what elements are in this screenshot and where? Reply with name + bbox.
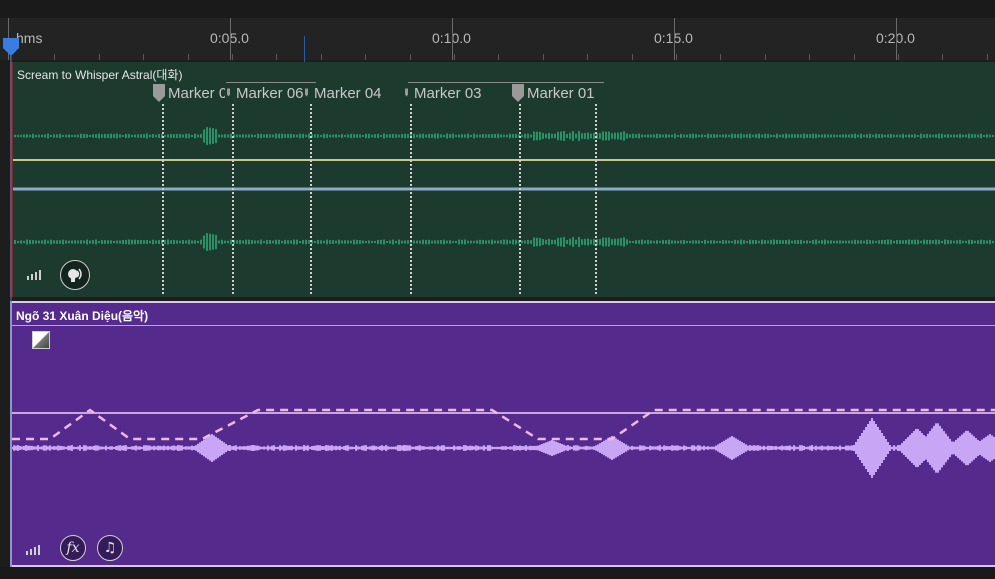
ruler-minor-tick <box>898 54 899 60</box>
ruler-minor-tick <box>676 54 677 60</box>
ruler-unit-label: hms <box>16 30 43 46</box>
ruler-minor-tick <box>99 54 100 60</box>
ruler-minor-tick <box>543 54 544 60</box>
signal-bars-icon[interactable] <box>27 268 43 280</box>
marker-06[interactable]: Marker 06 <box>227 82 307 104</box>
ruler-minor-tick <box>54 54 55 60</box>
music-volume-envelope[interactable] <box>12 408 995 441</box>
ruler-minor-tick <box>498 54 499 60</box>
ruler-minor-tick <box>365 54 366 60</box>
fx-label: fx <box>66 540 80 556</box>
ruler-major-tick <box>674 18 675 60</box>
marker-03[interactable]: Marker 03 <box>405 82 505 104</box>
ruler-minor-tick <box>454 54 455 60</box>
speech-glyph <box>68 268 82 282</box>
marker-05[interactable]: Marker 05 <box>153 82 225 104</box>
ruler-minor-tick <box>410 54 411 60</box>
ruler-major-tick <box>230 18 231 60</box>
multitrack-editor: hms 0:05.0 0:10.0 0:15.0 0:20.0 Scream t… <box>0 0 995 579</box>
marker-label: Marker 03 <box>414 84 482 102</box>
marker-03-line <box>410 104 412 294</box>
ruler-major-tick <box>896 18 897 60</box>
marker-04-line <box>310 104 312 294</box>
playhead-icon[interactable] <box>3 38 19 56</box>
marker-01[interactable]: Marker 01 <box>512 82 612 104</box>
music-waveform <box>12 408 995 478</box>
ruler-major-tick <box>452 18 453 60</box>
ruler-minor-tick <box>143 54 144 60</box>
bottom-border <box>0 567 995 579</box>
music-note-icon[interactable]: ♫ <box>97 535 123 561</box>
marker-06-line <box>232 104 234 294</box>
ruler-minor-tick <box>276 54 277 60</box>
ruler-minor-tick <box>632 54 633 60</box>
music-note-glyph: ♫ <box>103 540 117 556</box>
ruler-minor-tick <box>987 54 988 60</box>
ruler-minor-tick <box>809 54 810 60</box>
ruler-minor-tick <box>720 54 721 60</box>
voice-clip-title: Scream to Whisper Astral(대화) <box>17 68 183 82</box>
marker-flag-icon <box>512 84 524 102</box>
marker-label: Marker 06 <box>236 84 304 102</box>
music-waveform-shape <box>12 418 995 478</box>
speech-icon[interactable] <box>60 260 90 290</box>
ruler-minor-tick <box>942 54 943 60</box>
ruler-minor-tick <box>765 54 766 60</box>
signal-bars-icon[interactable] <box>26 543 42 555</box>
ruler-minor-tick <box>188 54 189 60</box>
marker-flag-icon <box>153 84 165 102</box>
marker-label: Marker 05 <box>168 84 225 102</box>
marker-05-line <box>162 104 164 294</box>
marker-flag-icon <box>227 88 230 97</box>
playhead-line[interactable] <box>10 56 12 576</box>
ruler-minor-tick <box>232 54 233 60</box>
marker-flag-icon <box>405 88 408 97</box>
marker-label: Marker 01 <box>527 84 595 102</box>
music-track-clip[interactable]: Ngõ 31 Xuân Diệu(음악) fx ♫ <box>10 301 995 567</box>
marker-01-end-line <box>595 104 597 294</box>
fx-icon[interactable]: fx <box>60 535 86 561</box>
marker-01-line <box>519 104 521 294</box>
marker-label: Marker 04 <box>314 84 382 102</box>
marker-flag-icon <box>305 88 308 97</box>
ruler-minor-tick <box>587 54 588 60</box>
marker-04[interactable]: Marker 04 <box>305 82 401 104</box>
ruler-minor-tick <box>321 54 322 60</box>
timeline-ruler[interactable]: hms 0:05.0 0:10.0 0:15.0 0:20.0 <box>0 0 995 78</box>
ruler-minor-tick <box>854 54 855 60</box>
voice-track-clip[interactable]: Scream to Whisper Astral(대화) Marker 05 M… <box>10 62 995 297</box>
